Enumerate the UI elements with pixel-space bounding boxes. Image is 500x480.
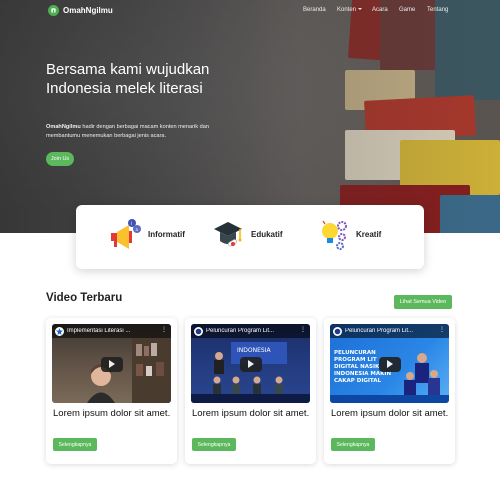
megaphone-icon: i a: [108, 217, 142, 251]
video-frame-caption: INDONESIA: [237, 347, 271, 354]
brand[interactable]: OmahNgilmu: [48, 5, 113, 16]
nav-item-konten[interactable]: Konten: [337, 7, 363, 13]
feature-kreatif: Kreatif: [316, 217, 381, 251]
see-all-videos-button[interactable]: Lihat Semua Video: [394, 295, 452, 309]
video-frame-caption: PROGRAM LIT: [334, 357, 377, 363]
video-card: Implementasi Literasi ... ⋮ Lorem ipsum …: [46, 318, 177, 464]
nav-item-tentang[interactable]: Tentang: [427, 7, 448, 13]
read-more-button[interactable]: Selengkapnya: [192, 438, 236, 451]
video-card-title: Lorem ipsum dolor sit amet.: [192, 408, 310, 419]
nav-item-game[interactable]: Game: [399, 7, 415, 13]
video-card-title: Lorem ipsum dolor sit amet.: [331, 408, 449, 419]
feature-edukatif: Edukatif: [211, 217, 283, 251]
video-card: PELUNCURAN PROGRAM LIT DIGITAL NASIK IND…: [324, 318, 455, 464]
hero-description-brand: OmahNgilmu: [46, 124, 81, 130]
video-header: Peluncuran Program Lit...: [330, 324, 449, 338]
brand-name: OmahNgilmu: [63, 6, 113, 15]
video-frame-caption: PELUNCURAN: [334, 350, 376, 356]
channel-avatar-icon: [194, 326, 203, 336]
hero-section: OmahNgilmu Beranda Konten Acara Game Ten…: [0, 0, 500, 233]
video-thumbnail[interactable]: INDONESIA Peluncuran Program Lit... ⋮: [191, 324, 310, 403]
video-card: INDONESIA Peluncuran Program Lit... ⋮ Lo…: [185, 318, 316, 464]
read-more-button[interactable]: Selengkapnya: [331, 438, 375, 451]
video-thumbnail[interactable]: PELUNCURAN PROGRAM LIT DIGITAL NASIK IND…: [330, 324, 449, 403]
play-icon[interactable]: [239, 356, 262, 372]
nav-item-acara[interactable]: Acara: [372, 7, 388, 13]
video-frame-caption: INDONESIA MAKIN: [334, 371, 391, 377]
video-frame-caption: CAKAP DIGITAL: [334, 378, 382, 384]
hero-overlay: [0, 0, 500, 233]
read-more-button[interactable]: Selengkapnya: [53, 438, 97, 451]
hero-description: OmahNgilmu hadir dengan berbagai macam k…: [46, 123, 236, 141]
play-icon[interactable]: [378, 356, 401, 372]
more-options-icon[interactable]: ⋮: [300, 327, 306, 333]
more-options-icon[interactable]: ⋮: [161, 327, 167, 333]
video-header: Peluncuran Program Lit...: [191, 324, 310, 338]
video-card-title: Lorem ipsum dolor sit amet.: [53, 408, 171, 419]
video-thumbnail[interactable]: Implementasi Literasi ... ⋮: [52, 324, 171, 403]
video-header: Implementasi Literasi ...: [52, 324, 171, 338]
feature-label-edukatif: Edukatif: [251, 229, 283, 239]
hero-title: Bersama kami wujudkan Indonesia melek li…: [46, 61, 210, 97]
nav-item-konten-label: Konten: [337, 7, 357, 13]
video-thumbnail-title: Peluncuran Program Lit...: [345, 328, 414, 334]
feature-informatif: i a Informatif: [108, 217, 185, 251]
features-card: i a Informatif Edukatif Kreatif: [76, 205, 424, 269]
video-thumbnail-title: Peluncuran Program Lit...: [206, 328, 275, 334]
brand-logo-icon: [48, 5, 59, 16]
more-options-icon[interactable]: ⋮: [439, 327, 445, 333]
play-icon[interactable]: [100, 356, 123, 372]
channel-avatar-icon: [55, 326, 64, 336]
feature-label-informatif: Informatif: [148, 229, 185, 239]
nav-item-beranda[interactable]: Beranda: [303, 7, 326, 13]
lightbulb-gears-icon: [316, 217, 350, 251]
video-frame-caption: DIGITAL NASIK: [334, 364, 380, 370]
video-thumbnail-title: Implementasi Literasi ...: [67, 328, 131, 334]
video-section-title: Video Terbaru: [46, 292, 123, 304]
join-us-button[interactable]: Join Us: [46, 152, 74, 166]
chevron-down-icon: [358, 8, 363, 11]
svg-text:i: i: [131, 221, 132, 227]
navbar: OmahNgilmu Beranda Konten Acara Game Ten…: [0, 0, 500, 22]
feature-label-kreatif: Kreatif: [356, 229, 382, 239]
graduation-cap-icon: [211, 217, 245, 251]
channel-avatar-icon: [333, 326, 342, 336]
